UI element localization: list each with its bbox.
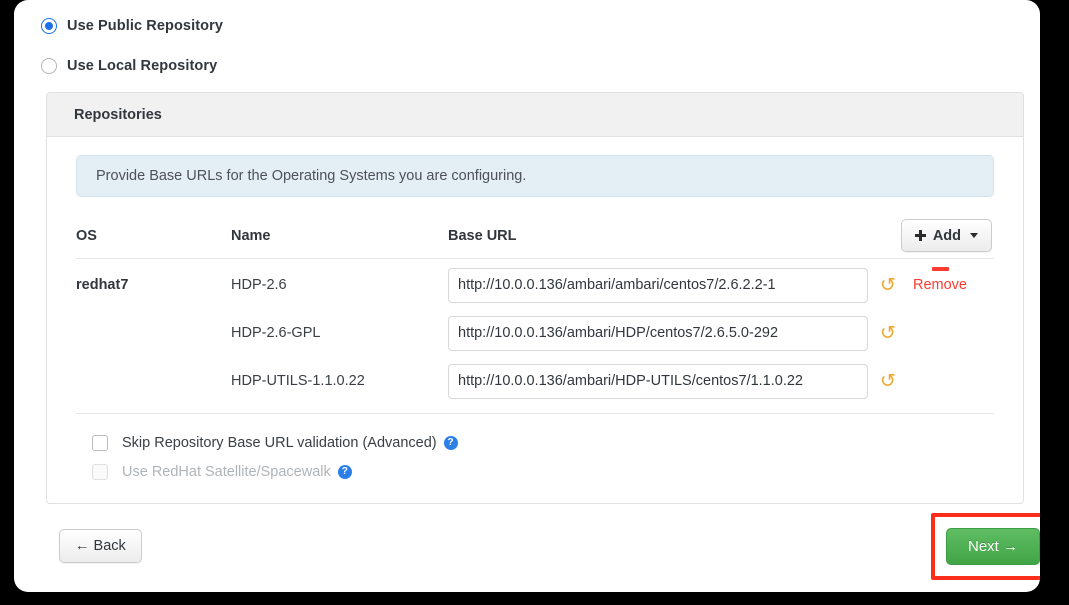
table-body: redhat7 HDP-2.6 ↻ HDP-2.6-GPL (76, 259, 994, 414)
checkbox-redhat-satellite[interactable] (92, 463, 108, 480)
info-alert-text: Provide Base URLs for the Operating Syst… (96, 168, 527, 184)
checkbox-text-skip-validation: Skip Repository Base URL validation (Adv… (122, 434, 437, 451)
chevron-down-icon (970, 233, 978, 238)
table-row: redhat7 HDP-2.6 ↻ (76, 261, 994, 309)
base-url-input[interactable] (448, 315, 869, 351)
next-button-highlight: Next → (931, 513, 1040, 580)
add-button-label: Add (932, 227, 961, 244)
cell-base-url: ↻ (448, 267, 896, 303)
cell-base-url: ↻ (448, 315, 896, 351)
cell-base-url: ↻ (448, 363, 896, 399)
repositories-panel-body: Provide Base URLs for the Operating Syst… (47, 155, 1023, 486)
checkbox-row-redhat-satellite[interactable]: Use RedHat Satellite/Spacewalk ? (76, 457, 994, 486)
info-alert: Provide Base URLs for the Operating Syst… (76, 155, 994, 197)
base-url-input[interactable] (448, 267, 869, 303)
checkbox-row-skip-validation[interactable]: Skip Repository Base URL validation (Adv… (76, 428, 994, 457)
wizard-card: Use Public Repository Use Local Reposito… (14, 0, 1040, 592)
repositories-table: OS Name Base URL Add redhat7 HDP-2.6 htt… (76, 213, 994, 414)
radio-icon-local[interactable] (41, 58, 57, 74)
column-header-os: OS (76, 227, 97, 244)
undo-icon[interactable]: ↻ (880, 322, 896, 344)
repositories-panel-header: Repositories (47, 93, 1023, 137)
table-header-row: OS Name Base URL Add (76, 213, 994, 259)
base-url-input[interactable] (448, 363, 869, 399)
remove-button-label: Remove (913, 277, 967, 293)
column-header-name: Name (231, 227, 271, 244)
repositories-panel: Repositories Provide Base URLs for the O… (46, 92, 1024, 504)
help-icon[interactable]: ? (443, 435, 458, 450)
radio-option-use-local-repository[interactable]: Use Local Repository (41, 58, 217, 74)
plus-icon (914, 230, 926, 241)
options-checkbox-group: Skip Repository Base URL validation (Adv… (76, 414, 994, 486)
remove-repository-button[interactable]: Remove (894, 267, 986, 293)
cell-name: HDP-UTILS-1.1.0.22 (231, 373, 365, 389)
help-icon[interactable]: ? (337, 464, 352, 479)
undo-icon[interactable]: ↻ (880, 370, 896, 392)
minus-icon (931, 267, 949, 271)
add-repository-button[interactable]: Add (900, 219, 992, 252)
checkbox-skip-validation[interactable] (92, 434, 108, 451)
screen-root: Use Public Repository Use Local Reposito… (0, 0, 1069, 605)
checkbox-text-redhat-satellite: Use RedHat Satellite/Spacewalk (122, 463, 331, 480)
checkbox-label-skip-validation: Skip Repository Base URL validation (Adv… (122, 435, 458, 451)
column-header-actions: Add (896, 219, 994, 252)
repositories-panel-title: Repositories (74, 106, 162, 123)
cell-name: HDP-2.6 (231, 277, 287, 293)
radio-label-local: Use Local Repository (67, 58, 218, 74)
radio-option-use-public-repository[interactable]: Use Public Repository (41, 18, 223, 34)
table-row: HDP-UTILS-1.1.0.22 ↻ (76, 357, 994, 405)
checkbox-label-redhat-satellite: Use RedHat Satellite/Spacewalk ? (122, 464, 352, 480)
radio-label-public: Use Public Repository (67, 18, 223, 34)
radio-icon-public[interactable] (41, 18, 57, 34)
back-button[interactable]: ← Back (59, 529, 142, 563)
next-button[interactable]: Next → (946, 528, 1040, 565)
column-header-base-url: Base URL (448, 227, 517, 244)
table-row: HDP-2.6-GPL ↻ (76, 309, 994, 357)
cell-name: HDP-2.6-GPL (231, 325, 321, 341)
cell-os: redhat7 (76, 277, 129, 293)
